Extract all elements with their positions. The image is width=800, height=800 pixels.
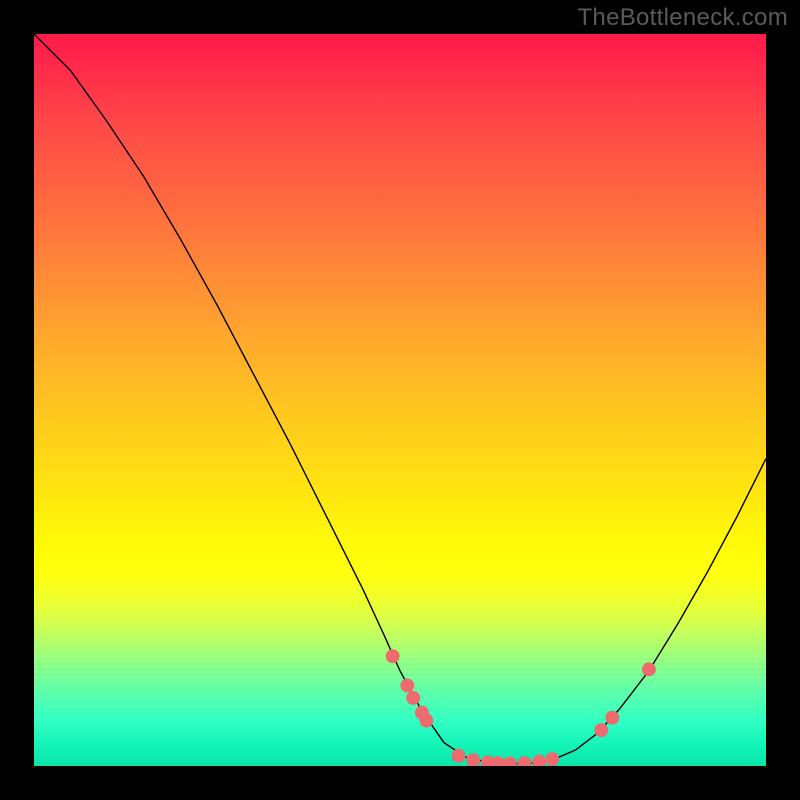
watermark-text: TheBottleneck.com [577, 4, 788, 32]
chart-markers [386, 649, 656, 766]
chart-marker [419, 714, 433, 728]
chart-marker [466, 753, 480, 766]
bottleneck-curve [34, 34, 766, 764]
chart-marker [545, 752, 559, 766]
chart-marker [400, 679, 414, 693]
chart-marker [406, 691, 420, 705]
chart-marker [594, 723, 608, 737]
chart-marker [517, 756, 531, 766]
chart-marker [503, 756, 517, 766]
chart-marker [386, 649, 400, 663]
chart-marker [532, 755, 546, 766]
chart-marker [452, 749, 466, 763]
chart-marker [642, 662, 656, 676]
chart-svg [34, 34, 766, 766]
chart-marker [605, 711, 619, 725]
chart-plot-area [34, 34, 766, 766]
